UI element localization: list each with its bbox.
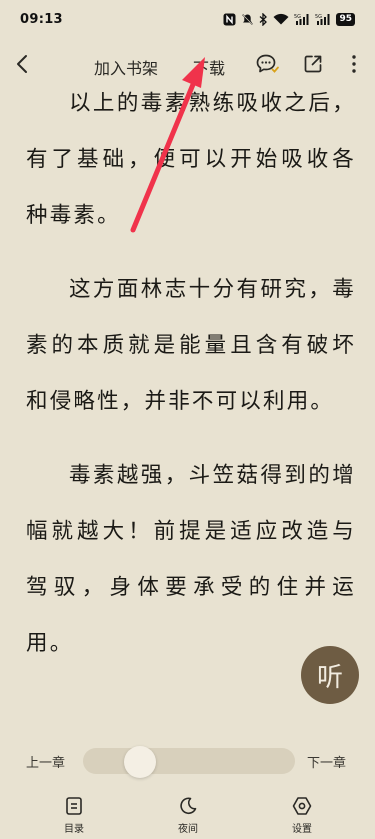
bottom-nav: 目录 夜间 设置	[0, 796, 375, 839]
nfc-icon	[223, 13, 236, 25]
status-icons: 5G 5G 95	[223, 12, 355, 26]
battery-indicator: 95	[336, 12, 355, 26]
listen-button[interactable]: 听	[301, 646, 359, 704]
paragraph: 以上的毒素熟练吸收之后，有了基础，便可以开始吸收各种毒素。	[26, 91, 356, 228]
bluetooth-icon	[260, 12, 268, 26]
back-icon[interactable]	[12, 52, 34, 76]
paragraph: 毒素越强，斗笠菇得到的增幅就越大！前提是适应改造与驾驭，身体要承受的住并运用。	[26, 463, 356, 656]
chapter-progress-slider[interactable]	[83, 746, 295, 778]
night-mode-button[interactable]: 夜间	[158, 796, 218, 835]
slider-thumb[interactable]	[124, 746, 157, 778]
catalog-icon	[66, 797, 82, 815]
settings-button[interactable]: 设置	[272, 796, 332, 835]
wifi-icon	[273, 13, 289, 25]
status-time: 09:13	[20, 11, 63, 27]
settings-icon	[292, 797, 312, 815]
moon-icon	[180, 797, 197, 815]
mute-icon	[242, 13, 254, 25]
prev-chapter-button[interactable]: 上一章	[26, 752, 65, 771]
signal-2-icon: 5G	[315, 13, 330, 25]
status-bar: 09:13 5G 5G 95	[0, 0, 375, 38]
more-icon[interactable]	[348, 53, 360, 75]
signal-1-icon: 5G	[294, 13, 309, 25]
nav-label: 设置	[292, 824, 312, 835]
comment-icon[interactable]	[254, 52, 280, 76]
share-icon[interactable]	[302, 53, 324, 75]
chapter-navigation: 上一章 下一章	[0, 746, 375, 778]
next-chapter-button[interactable]: 下一章	[307, 752, 346, 771]
catalog-button[interactable]: 目录	[44, 796, 104, 835]
nav-label: 夜间	[178, 824, 198, 835]
paragraph: 这方面林志十分有研究，毒素的本质就是能量且含有破坏和侵略性，并非不可以利用。	[26, 277, 356, 414]
nav-label: 目录	[64, 824, 84, 835]
chapter-text: 以上的毒素熟练吸收之后，有了基础，便可以开始吸收各种毒素。 这方面林志十分有研究…	[26, 76, 356, 672]
